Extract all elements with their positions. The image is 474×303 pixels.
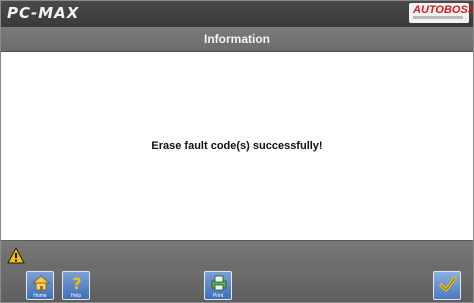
message-panel: Erase fault code(s) successfully! [1, 52, 473, 240]
home-button-label: Home [33, 293, 47, 299]
print-button-label: Print [212, 293, 224, 299]
help-button[interactable]: ? Help [62, 271, 90, 300]
app-window: PC-MAX AUTOBOSS Information Erase fault … [0, 0, 474, 303]
warning-icon [7, 247, 25, 264]
print-button[interactable]: Print [204, 271, 232, 300]
help-icon: ? [72, 274, 81, 292]
print-icon [211, 275, 227, 291]
svg-text:?: ? [72, 274, 81, 292]
dialog-titlebar: Information [1, 27, 473, 52]
home-icon [31, 275, 51, 291]
brand-logo: AUTOBOSS [409, 3, 473, 23]
status-bar [1, 240, 473, 270]
ok-button[interactable] [433, 271, 461, 300]
logo-text: AUTOBOSS [413, 4, 474, 16]
bottom-toolbar: Home ? Help Print [1, 269, 473, 302]
logo-underline [413, 16, 463, 19]
help-button-label: Help [70, 293, 82, 299]
status-message: Erase fault code(s) successfully! [151, 140, 323, 152]
dialog-title: Information [204, 32, 270, 46]
checkmark-icon [439, 276, 457, 292]
app-title: PC-MAX [7, 4, 80, 22]
home-button[interactable]: Home [26, 271, 54, 300]
app-header: PC-MAX AUTOBOSS [1, 1, 473, 27]
